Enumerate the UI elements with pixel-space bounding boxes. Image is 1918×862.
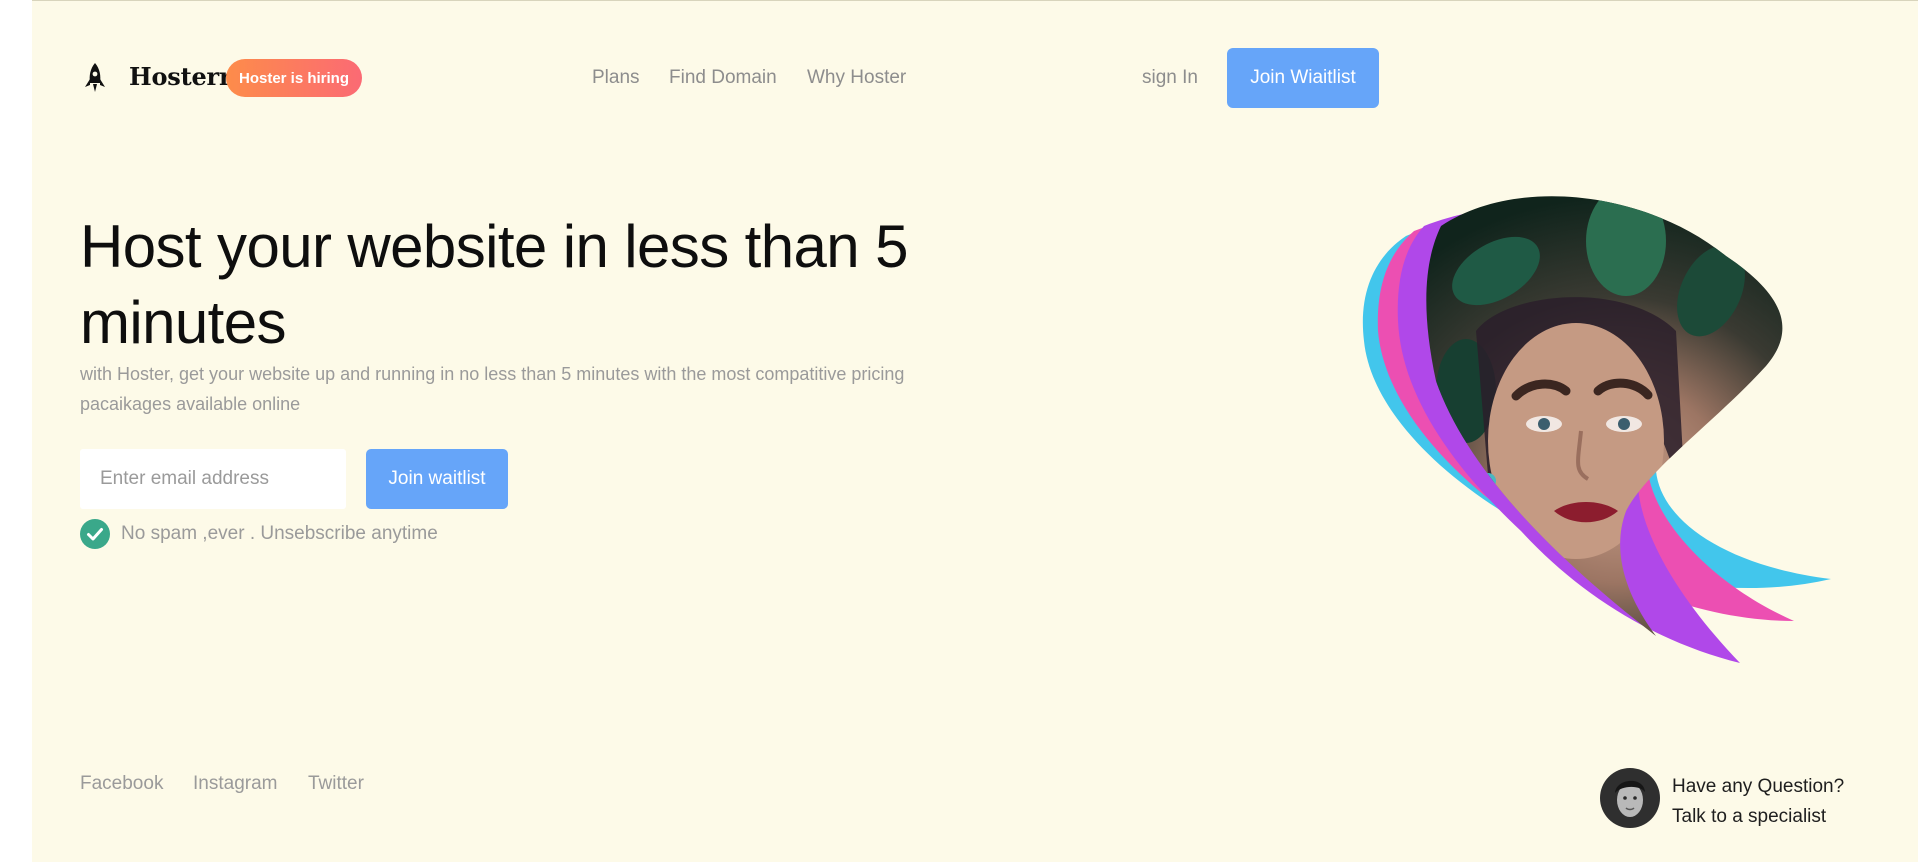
hero-illustration xyxy=(1362,196,1831,664)
hero-title: Host your website in less than 5 minutes xyxy=(80,209,980,361)
question-line-1: Have any Question? xyxy=(1672,776,1845,797)
specialist-contact[interactable]: Have any Question? Talk to a specialist xyxy=(1672,772,1844,832)
social-facebook[interactable]: Facebook xyxy=(80,773,163,795)
social-instagram[interactable]: Instagram xyxy=(193,773,277,795)
hiring-badge[interactable]: Hoster is hiring xyxy=(226,59,362,97)
check-circle-icon xyxy=(80,519,110,549)
specialist-avatar[interactable] xyxy=(1600,768,1660,828)
hero-title-line-1: Host your website in less than 5 xyxy=(80,213,908,280)
hero-subtitle-line-2: pacaikages available online xyxy=(80,394,301,414)
hero-title-line-2: minutes xyxy=(80,289,286,356)
landing-page: Hosterr Hoster is hiring Plans Find Doma… xyxy=(32,0,1918,862)
sign-in-link[interactable]: sign In xyxy=(1142,67,1198,89)
brand-logo-text[interactable]: Hosterr xyxy=(129,62,232,91)
email-input[interactable] xyxy=(80,449,346,509)
question-line-2: Talk to a specialist xyxy=(1672,806,1827,827)
join-waitlist-header-button[interactable]: Join Wiaitlist xyxy=(1227,48,1379,108)
hero-subtitle-line-1: with Hoster, get your website up and run… xyxy=(80,364,905,384)
join-waitlist-button[interactable]: Join waitlist xyxy=(366,449,508,509)
no-spam-note: No spam ,ever . Unsebscribe anytime xyxy=(121,523,438,544)
rocket-icon[interactable] xyxy=(82,62,108,94)
nav-find-domain[interactable]: Find Domain xyxy=(669,67,777,89)
social-twitter[interactable]: Twitter xyxy=(308,773,364,795)
nav-why-hoster[interactable]: Why Hoster xyxy=(807,67,906,89)
nav-plans[interactable]: Plans xyxy=(592,67,640,89)
hero-subtitle: with Hoster, get your website up and run… xyxy=(80,359,980,419)
